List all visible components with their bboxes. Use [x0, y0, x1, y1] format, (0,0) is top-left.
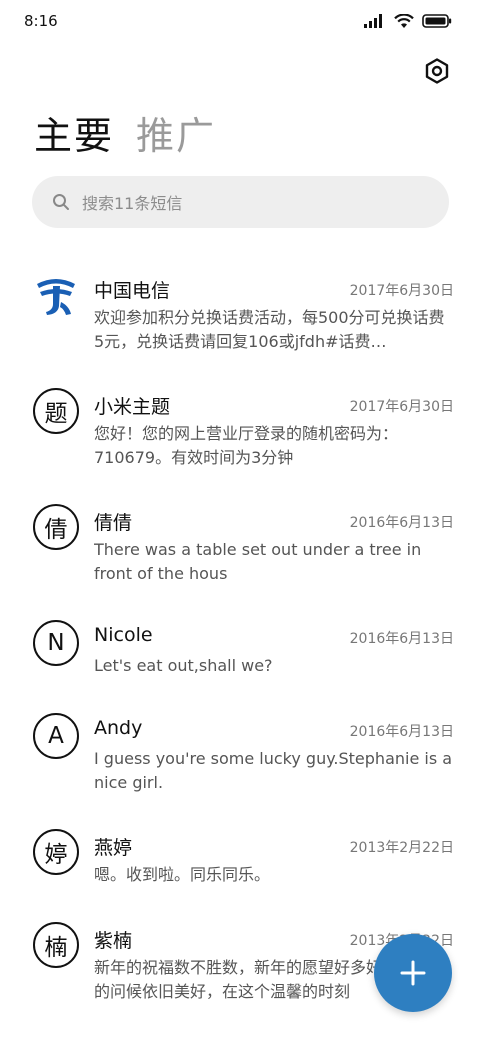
- avatar: N: [33, 620, 79, 666]
- message-item[interactable]: 倩 倩倩 2016年6月13日 There was a table set ou…: [0, 494, 480, 610]
- message-preview: 欢迎参加积分兑换话费活动，每500分可兑换话费5元，兑换话费请回复106或jfd…: [94, 308, 445, 351]
- battery-icon: [422, 14, 452, 28]
- settings-icon: [425, 58, 449, 84]
- avatar: 婷: [33, 829, 79, 875]
- message-item[interactable]: N Nicole 2016年6月13日 Let's eat out,shall …: [0, 610, 480, 703]
- status-icons: [364, 13, 452, 29]
- avatar: 楠: [33, 922, 79, 968]
- search-placeholder: 搜索11条短信: [82, 194, 183, 213]
- avatar: A: [33, 713, 79, 759]
- message-list: 中国电信 2017年6月30日 欢迎参加积分兑换话费活动，每500分可兑换话费5…: [0, 262, 480, 1028]
- message-date: 2016年6月13日: [349, 631, 454, 647]
- message-date: 2016年6月13日: [349, 724, 454, 740]
- sender-name: Nicole: [94, 624, 153, 646]
- message-preview: There was a table set out under a tree i…: [94, 540, 422, 583]
- tab-bar: 主要 推广: [34, 112, 216, 160]
- message-preview: I guess you're some lucky guy.Stephanie …: [94, 749, 453, 792]
- message-item[interactable]: 婷 燕婷 2013年2月22日 嗯。收到啦。同乐同乐。: [0, 819, 480, 912]
- sender-name: 燕婷: [94, 837, 133, 859]
- settings-button[interactable]: [420, 54, 454, 88]
- compose-button[interactable]: [374, 934, 452, 1012]
- status-time: 8:16: [24, 12, 58, 30]
- message-item[interactable]: A Andy 2016年6月13日 I guess you're some lu…: [0, 703, 480, 819]
- avatar: 倩: [33, 504, 79, 550]
- message-item[interactable]: 题 小米主题 2017年6月30日 您好！您的网上营业厅登录的随机密码为：710…: [0, 378, 480, 494]
- search-input[interactable]: 搜索11条短信: [32, 176, 449, 228]
- wifi-icon: [394, 13, 414, 28]
- messages-screen: 8:16 主要 推广 搜索11条短信 中国电信 2017年6月30日 欢迎参加积…: [0, 0, 480, 1040]
- avatar: 题: [33, 388, 79, 434]
- plus-icon: [400, 960, 426, 986]
- signal-icon: [364, 14, 382, 28]
- message-date: 2017年6月30日: [349, 399, 454, 415]
- message-date: 2017年6月30日: [349, 283, 454, 299]
- message-date: 2016年6月13日: [349, 515, 454, 531]
- status-bar: 8:16: [0, 0, 480, 42]
- china-telecom-logo-icon: [33, 272, 79, 318]
- message-date: 2013年2月22日: [349, 840, 454, 856]
- sender-name: 紫楠: [94, 930, 133, 952]
- sender-name: 中国电信: [94, 280, 171, 302]
- search-icon: [53, 194, 69, 210]
- sender-name: Andy: [94, 717, 143, 739]
- message-preview: 您好！您的网上营业厅登录的随机密码为：710679。有效时间为3分钟: [94, 424, 399, 467]
- tab-promotions[interactable]: 推广: [136, 112, 216, 160]
- message-preview: 嗯。收到啦。同乐同乐。: [94, 865, 271, 884]
- message-preview: Let's eat out,shall we?: [94, 656, 273, 675]
- message-item[interactable]: 中国电信 2017年6月30日 欢迎参加积分兑换话费活动，每500分可兑换话费5…: [0, 262, 480, 378]
- sender-name: 倩倩: [94, 512, 133, 534]
- tab-main[interactable]: 主要: [34, 112, 114, 160]
- sender-name: 小米主题: [94, 396, 171, 418]
